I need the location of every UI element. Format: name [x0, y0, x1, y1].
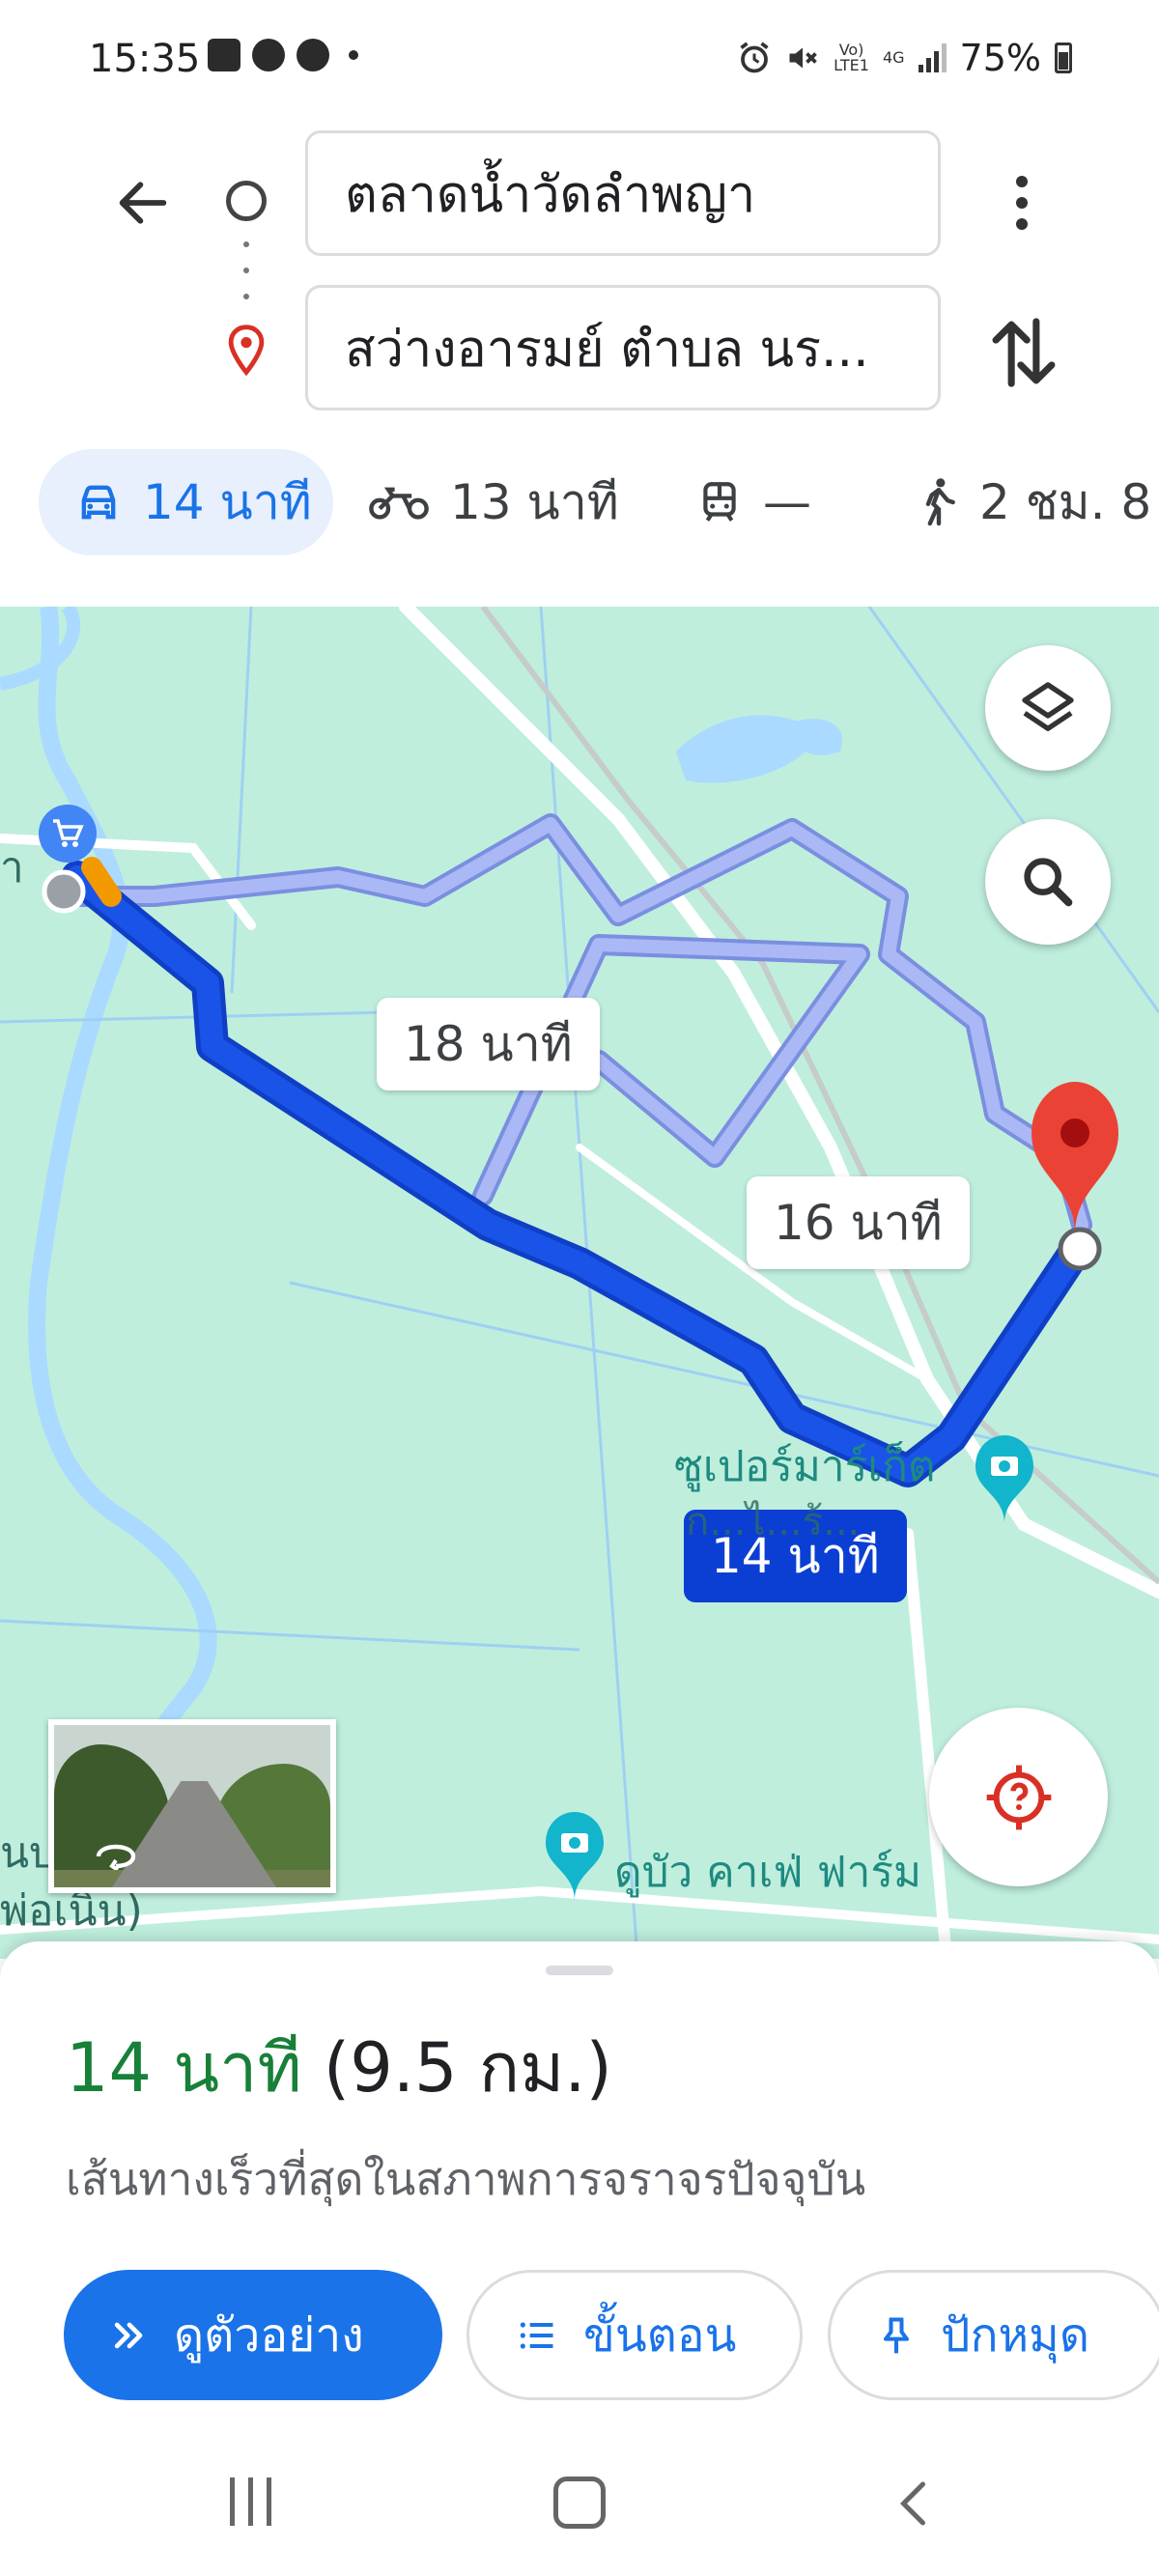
my-location-button[interactable] — [929, 1708, 1108, 1886]
route-label-alt-18[interactable]: 18 นาที — [377, 998, 600, 1090]
car-icon — [81, 485, 116, 520]
recent-apps-button[interactable] — [230, 2477, 271, 2526]
volte-indicator: Vo) LTE1 — [834, 41, 869, 74]
status-bar: 15:35 Vo) LTE1 4G 75% — [0, 0, 1159, 126]
edge-label-top: า — [0, 843, 24, 892]
route-label-alt-16[interactable]: 16 นาที — [747, 1176, 970, 1269]
more-vert-icon — [1016, 176, 1028, 187]
layers-button[interactable] — [985, 645, 1111, 771]
canal-curve — [0, 607, 81, 691]
preview-label: ดูตัวอย่าง — [174, 2307, 364, 2363]
supermarket-poi-icon — [975, 1435, 1033, 1524]
battery-icon — [1055, 42, 1072, 73]
rotate-360-icon — [96, 1844, 136, 1870]
signal-icon — [918, 43, 947, 72]
layers-icon — [1022, 682, 1074, 731]
alarm-icon — [740, 42, 769, 73]
steps-button[interactable]: ขั้นตอน — [466, 2270, 803, 2400]
mode-transit[interactable]: — — [695, 449, 811, 555]
mode-motorcycle-time: 13 นาที — [450, 473, 619, 530]
system-back-button[interactable] — [887, 2475, 945, 2533]
route-connector — [243, 241, 249, 299]
mode-transit-time: — — [763, 474, 811, 530]
mute-icon — [789, 47, 817, 69]
start-point-marker — [42, 869, 86, 914]
motorcycle-icon — [369, 487, 429, 520]
sheet-drag-handle[interactable] — [546, 1966, 613, 1975]
preview-button[interactable]: ดูตัวอย่าง — [64, 2270, 442, 2400]
supermarket-poi-label-2[interactable]: ก...ไ...ร้... — [686, 1490, 860, 1552]
route-duration: 14 นาที — [66, 2028, 302, 2108]
map-view[interactable]: 18 นาที 16 นาที 14 นาที ซูเปอร์มาร์เก็ต … — [0, 607, 1159, 1959]
mode-walking[interactable]: 2 ชม. 8 — [918, 449, 1151, 555]
pin-label: ปักหมุด — [941, 2307, 1089, 2363]
mode-driving-time: 14 นาที — [143, 473, 312, 530]
map-search-button[interactable] — [985, 819, 1111, 945]
mode-walking-time: 2 ชม. 8 — [979, 473, 1152, 530]
mode-driving[interactable]: 14 นาที — [39, 449, 333, 555]
more-notifications-icon — [349, 50, 358, 60]
walking-icon — [925, 478, 955, 526]
double-chevron-right-icon — [114, 2322, 143, 2348]
destination-point-marker — [1058, 1227, 1102, 1271]
system-status: Vo) LTE1 4G 75% — [737, 37, 1072, 79]
cafe-poi-label[interactable]: ดูบัว คาเฟ่ ฟาร์ม — [614, 1838, 921, 1906]
location-unknown-icon — [986, 1765, 1051, 1829]
destination-pin-icon — [228, 325, 265, 377]
search-icon — [1024, 858, 1073, 907]
back-button[interactable] — [104, 164, 182, 241]
more-options-button[interactable] — [995, 164, 1049, 241]
gallery-icon — [208, 39, 240, 71]
arrow-left-icon — [119, 182, 167, 224]
shopping-cart-marker-icon — [39, 805, 97, 863]
street-view-thumbnail[interactable] — [48, 1719, 336, 1893]
system-navigation-bar — [0, 2434, 1159, 2576]
line-app-icon — [252, 39, 285, 71]
transit-icon — [703, 482, 736, 522]
directions-header: ตลาดน้ำวัดลำพญา สว่างอารมย์ ตำบล นร... — [0, 126, 1159, 435]
mode-motorcycle[interactable]: 13 นาที — [367, 449, 619, 555]
steps-label: ขั้นตอน — [583, 2307, 737, 2363]
home-button[interactable] — [553, 2477, 606, 2529]
route-summary: 14 นาที (9.5 กม.) — [66, 2014, 612, 2121]
battery-percent: 75% — [959, 37, 1041, 79]
origin-field[interactable]: ตลาดน้ำวัดลำพญา — [305, 130, 941, 256]
pinwheel-icon — [297, 39, 329, 71]
pin-icon — [883, 2316, 910, 2353]
list-icon — [520, 2321, 553, 2349]
canal-west — [28, 607, 217, 1865]
swap-button[interactable] — [985, 309, 1062, 396]
destination-field[interactable]: สว่างอารมย์ ตำบล นร... — [305, 285, 941, 410]
notification-icons — [208, 39, 358, 71]
destination-marker-icon — [1032, 1082, 1118, 1234]
route-distance: (9.5 กม.) — [323, 2028, 612, 2108]
status-time: 15:35 — [89, 37, 201, 81]
route-description: เส้นทางเร็วที่สุดในสภาพการจราจรปัจจุบัน — [66, 2153, 866, 2205]
origin-circle-icon — [226, 181, 267, 221]
network-type: 4G — [882, 48, 905, 67]
pin-button[interactable]: ปักหมุด — [828, 2270, 1159, 2400]
transport-modes: 14 นาที 13 นาที — 2 ชม. 8 — [0, 444, 1159, 565]
